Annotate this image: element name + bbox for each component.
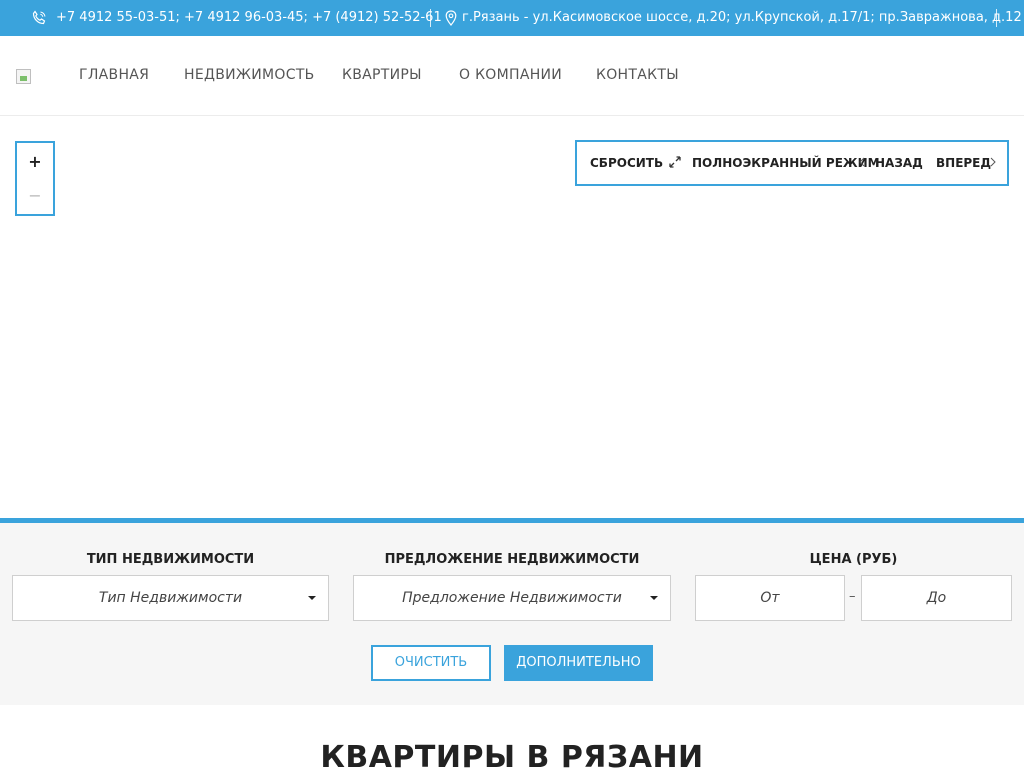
phone-icon [32,10,46,25]
zoom-out-button[interactable]: − [17,183,53,209]
more-options-button[interactable]: ДОПОЛНИТЕЛЬНО [504,645,653,681]
zoom-control: + − [15,141,55,216]
caret-down-icon [650,596,658,600]
top-info-bar: +7 4912 55-03-51; +7 4912 96-03-45; +7 (… [0,0,1024,36]
map-pin-icon [445,10,457,26]
map-area[interactable]: + − СБРОСИТЬ ПОЛНОЭКРАННЫЙ РЕЖИМ НАЗАД В… [0,117,1024,518]
logo-image[interactable] [16,69,31,84]
chevron-left-icon [859,157,865,167]
search-filter: ТИП НЕДВИЖИМОСТИ Тип Недвижимости ПРЕДЛО… [0,518,1024,705]
chevron-right-icon [990,157,996,167]
divider [430,9,431,27]
fullscreen-icon [669,156,681,168]
offer-type-select[interactable]: Предложение Недвижимости [353,575,671,621]
price-from-input[interactable]: От [695,575,845,621]
offer-type-label: ПРЕДЛОЖЕНИЕ НЕДВИЖИМОСТИ [384,552,640,567]
price-from-placeholder: От [760,590,780,606]
clear-button[interactable]: ОЧИСТИТЬ [371,645,491,681]
property-type-label: ТИП НЕДВИЖИМОСТИ [86,552,255,567]
fullscreen-button[interactable]: ПОЛНОЭКРАННЫЙ РЕЖИМ [692,156,880,170]
property-type-select[interactable]: Тип Недвижимости [12,575,329,621]
zoom-in-button[interactable]: + [17,149,53,175]
offer-type-value: Предложение Недвижимости [402,590,622,606]
map-toolbar: СБРОСИТЬ ПОЛНОЭКРАННЫЙ РЕЖИМ НАЗАД ВПЕРЕ… [575,140,1009,186]
property-type-value: Тип Недвижимости [98,590,243,606]
reset-button[interactable]: СБРОСИТЬ [590,156,663,170]
nav-item-apartments[interactable]: КВАРТИРЫ [342,67,422,83]
caret-down-icon [308,596,316,600]
nav-item-about[interactable]: О КОМПАНИИ [459,67,562,83]
nav-item-contacts[interactable]: КОНТАКТЫ [596,67,679,83]
price-to-input[interactable]: До [861,575,1012,621]
section-heading: КВАРТИРЫ В РЯЗАНИ [320,740,704,775]
divider [996,9,997,27]
back-button[interactable]: НАЗАД [875,156,923,170]
nav-item-home[interactable]: ГЛАВНАЯ [79,67,149,83]
price-to-placeholder: До [926,590,947,606]
main-navigation: ГЛАВНАЯ НЕДВИЖИМОСТЬ КВАРТИРЫ О КОМПАНИИ… [0,36,1024,116]
phone-numbers[interactable]: +7 4912 55-03-51; +7 4912 96-03-45; +7 (… [56,10,442,25]
address-text: г.Рязань - ул.Касимовское шоссе, д.20; у… [462,10,1022,25]
nav-item-realty[interactable]: НЕДВИЖИМОСТЬ [184,67,315,83]
forward-button[interactable]: ВПЕРЕД [936,156,991,170]
price-range-dash: – [849,589,856,604]
price-label: ЦЕНА (РУБ) [809,552,898,567]
